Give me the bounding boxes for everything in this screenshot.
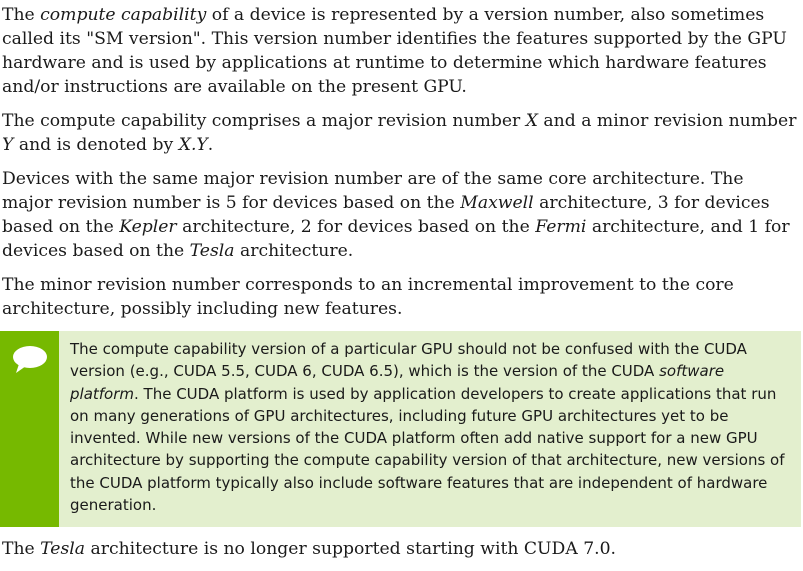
text-span: architecture, 2 for devices based on the [176,217,536,237]
paragraph-architectures: Devices with the same major revision num… [2,167,799,263]
text-span: architecture is no longer supported star… [85,539,617,559]
text-span: The compute capability comprises a major… [2,111,526,131]
text-span: architecture. [234,241,354,261]
text-span: The [2,5,41,25]
emphasis-fermi: Fermi [535,217,587,237]
note-callout: The compute capability version of a part… [0,331,801,527]
emphasis-maxwell: Maxwell [460,193,534,213]
text-span: and a minor revision number [537,111,797,131]
text-span: and is denoted by [13,135,179,155]
text-span: . The CUDA platform is used by applicati… [70,384,785,515]
paragraph-tesla-support: The Tesla architecture is no longer supp… [2,537,799,561]
emphasis-compute-capability: compute capability [40,5,207,25]
emphasis-tesla: Tesla [40,539,86,559]
speech-bubble-icon [13,346,47,373]
emphasis-y: Y [2,135,14,155]
paragraph-major-minor: The compute capability comprises a major… [2,109,799,157]
emphasis-kepler: Kepler [119,217,177,237]
emphasis-tesla: Tesla [189,241,235,261]
document-body: The compute capability of a device is re… [0,0,801,571]
paragraph-compute-capability: The compute capability of a device is re… [2,3,799,99]
emphasis-x: X [525,111,538,131]
note-sidebar [0,331,59,527]
paragraph-minor-revision: The minor revision number corresponds to… [2,275,734,319]
text-span: The [2,539,41,559]
emphasis-xy: X.Y [178,135,208,155]
text-span: The compute capability version of a part… [70,340,747,381]
note-text: The compute capability version of a part… [59,331,801,527]
text-span: . [207,135,214,155]
